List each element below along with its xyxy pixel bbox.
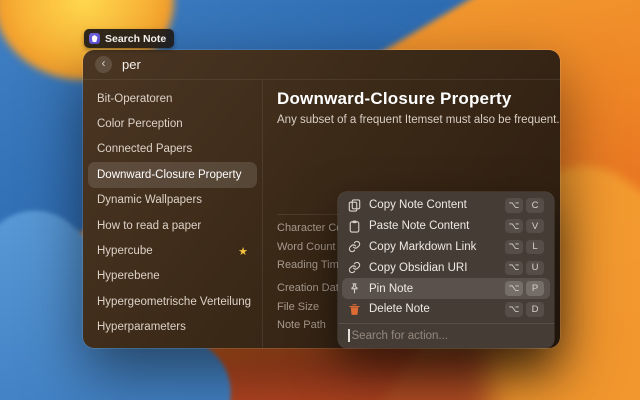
sidebar-note-label: Downward-Closure Property	[97, 169, 241, 181]
menu-item[interactable]: Paste Note Content ⌥ V	[342, 216, 550, 237]
keyboard-shortcut: ⌥ D	[505, 302, 544, 317]
trash-icon	[348, 303, 361, 316]
pin-icon	[348, 282, 361, 295]
link-icon	[348, 261, 361, 274]
chevron-left-icon: ‹	[102, 56, 106, 70]
menu-item[interactable]: Copy Obsidian URI ⌥ U	[342, 257, 550, 278]
sidebar-note-label: Hyperebene	[97, 270, 160, 282]
sidebar-note-item[interactable]: Hypergeometrische Verteilung ★	[88, 289, 257, 314]
sidebar-note-item[interactable]: How to read a paper ★	[88, 213, 257, 238]
action-search-placeholder: Search for action...	[350, 330, 449, 342]
copy-icon	[348, 199, 361, 212]
sidebar-note-item[interactable]: Dynamic Wallpapers ★	[88, 188, 257, 213]
sidebar-note-label: Hyperparameters	[97, 321, 186, 333]
sidebar-note-label: Hypercube	[97, 245, 153, 257]
action-search-field[interactable]: Search for action...	[338, 324, 554, 348]
sidebar-note-item[interactable]: Hyperparameters ★	[88, 315, 257, 340]
sidebar-note-label: How to read a paper	[97, 220, 201, 232]
actions-menu-list: Copy Note Content ⌥ C Paste Note Content…	[338, 192, 554, 320]
note-title: Downward-Closure Property	[277, 89, 512, 109]
sidebar-note-item[interactable]: Bit-Operatoren ★	[88, 86, 257, 111]
clipboard-icon	[348, 220, 361, 233]
command-hint-label: Search Note	[105, 33, 166, 45]
sidebar-note-item[interactable]: Hyperebene ★	[88, 264, 257, 289]
sidebar-note-item[interactable]: Color Perception ★	[88, 111, 257, 136]
menu-item[interactable]: Copy Markdown Link ⌥ L	[342, 237, 550, 258]
keyboard-shortcut: ⌥ U	[505, 261, 544, 276]
sidebar-note-item[interactable]: Hypercube ★	[88, 238, 257, 263]
search-input[interactable]: per	[122, 57, 141, 72]
menu-item[interactable]: Copy Note Content ⌥ C	[342, 195, 550, 216]
note-list: Bit-Operatoren ★ Color Perception ★ Conn…	[83, 80, 263, 348]
search-bar: ‹ per	[83, 50, 560, 80]
back-button[interactable]: ‹	[95, 56, 112, 73]
obsidian-icon	[89, 33, 100, 44]
link-icon	[348, 240, 361, 253]
sidebar-note-label: Color Perception	[97, 118, 183, 130]
command-hint-tag: Search Note	[84, 29, 174, 48]
keyboard-shortcut: ⌥ C	[505, 198, 544, 213]
desktop: Search Note ‹ per Bit-Operatoren ★ Color…	[0, 0, 640, 400]
keyboard-shortcut: ⌥ P	[505, 281, 544, 296]
keyboard-shortcut: ⌥ L	[505, 240, 544, 255]
sidebar-note-label: Dynamic Wallpapers	[97, 194, 202, 206]
menu-item[interactable]: Pin Note ⌥ P	[342, 278, 550, 299]
sidebar-note-item[interactable]: Downward-Closure Property ★	[88, 162, 257, 187]
sidebar-note-label: Connected Papers	[97, 143, 192, 155]
star-icon: ★	[238, 245, 248, 258]
sidebar-note-label: Bit-Operatoren	[97, 93, 172, 105]
menu-item[interactable]: Delete Note ⌥ D	[342, 299, 550, 320]
note-subtitle: Any subset of a frequent Itemset must al…	[277, 114, 560, 126]
actions-menu: Copy Note Content ⌥ C Paste Note Content…	[338, 192, 554, 348]
sidebar-note-item[interactable]: Connected Papers ★	[88, 137, 257, 162]
keyboard-shortcut: ⌥ V	[505, 219, 544, 234]
sidebar-note-label: Hypergeometrische Verteilung	[97, 296, 251, 308]
